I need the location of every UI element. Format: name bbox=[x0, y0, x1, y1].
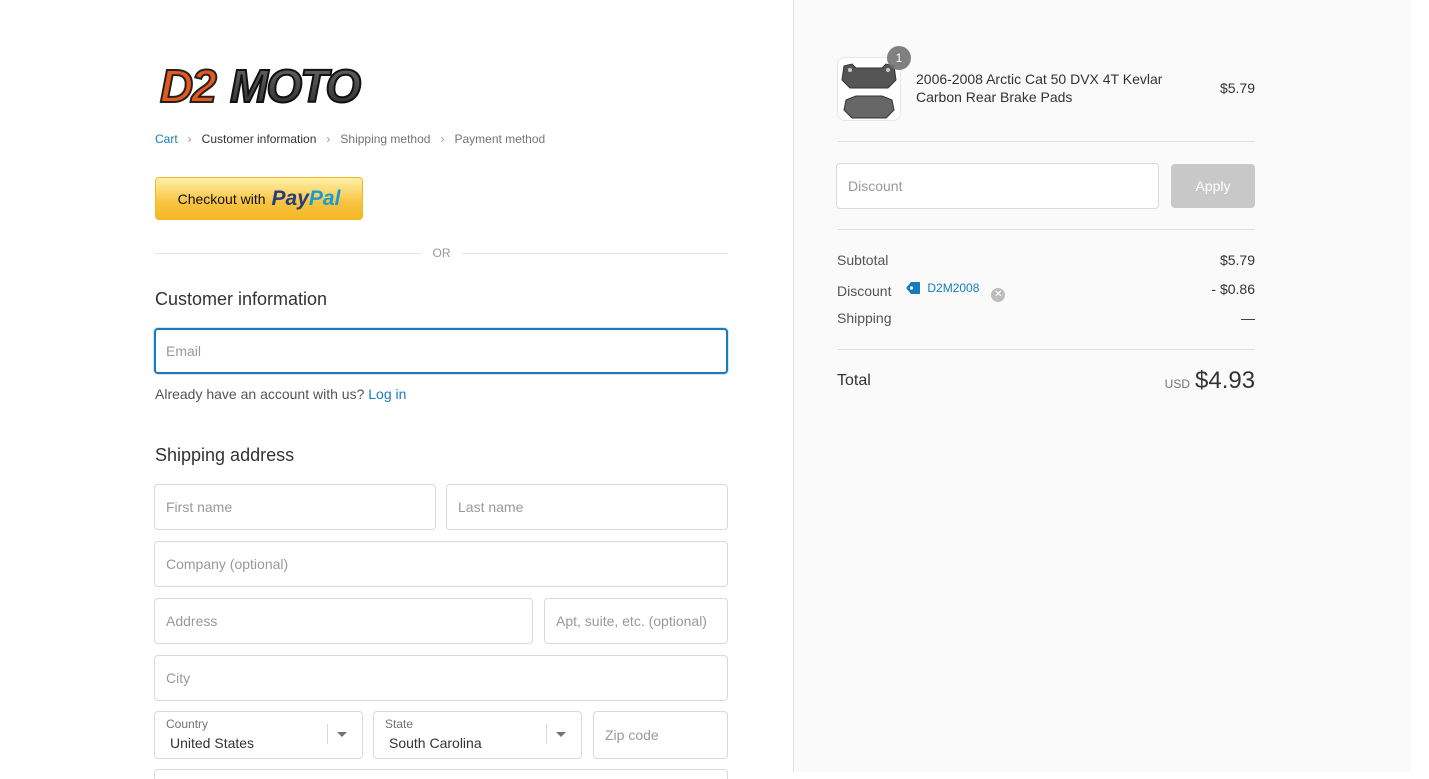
state-select[interactable]: State South Carolina bbox=[373, 711, 582, 759]
chevron-down-icon bbox=[337, 732, 347, 737]
select-divider bbox=[327, 724, 328, 744]
select-divider bbox=[546, 724, 547, 744]
state-label: State bbox=[385, 717, 414, 731]
login-link[interactable]: Log in bbox=[368, 386, 406, 402]
country-label: Country bbox=[166, 717, 209, 731]
checkout-main: D2 MOTO Cart › Customer information › Sh… bbox=[0, 0, 793, 779]
subtotal-value: $5.79 bbox=[1219, 252, 1255, 268]
breadcrumb-shipping-method: Shipping method bbox=[340, 132, 431, 146]
svg-text:MOTO: MOTO bbox=[230, 62, 361, 108]
subtotal-row: Subtotal $5.79 bbox=[837, 252, 1255, 268]
shipping-label: Shipping bbox=[837, 310, 892, 326]
first-name-field[interactable] bbox=[154, 484, 436, 530]
svg-text:D2: D2 bbox=[160, 62, 217, 108]
paypal-button-label: Checkout with bbox=[177, 190, 266, 207]
discount-value: - $0.86 bbox=[1211, 281, 1255, 297]
tag-icon bbox=[906, 282, 921, 294]
shipping-value: — bbox=[1241, 310, 1255, 326]
breadcrumb-cart[interactable]: Cart bbox=[155, 132, 178, 146]
discount-code: D2M2008 bbox=[927, 281, 980, 295]
subtotal-label: Subtotal bbox=[837, 252, 889, 268]
chevron-down-icon bbox=[556, 732, 566, 737]
total-label: Total bbox=[837, 372, 871, 389]
total-currency: USD bbox=[1164, 377, 1190, 391]
chevron-right-icon: › bbox=[326, 132, 331, 146]
quantity-badge: 1 bbox=[887, 46, 911, 70]
product-price: $5.79 bbox=[1219, 80, 1255, 96]
summary-divider bbox=[837, 349, 1255, 350]
company-field[interactable] bbox=[154, 541, 728, 587]
country-select[interactable]: Country United States bbox=[154, 711, 363, 759]
d2moto-logo[interactable]: D2 MOTO bbox=[158, 62, 390, 108]
last-name-field[interactable] bbox=[446, 484, 728, 530]
or-label: OR bbox=[432, 246, 451, 260]
shipping-row: Shipping — bbox=[837, 310, 1255, 326]
state-value: South Carolina bbox=[389, 735, 482, 751]
next-field-partial[interactable] bbox=[154, 769, 728, 779]
address-field[interactable] bbox=[154, 598, 533, 644]
discount-code-field[interactable] bbox=[836, 163, 1159, 209]
paypal-logo: PayPal bbox=[271, 186, 341, 210]
breadcrumb: Cart › Customer information › Shipping m… bbox=[155, 132, 545, 146]
account-prompt-text: Already have an account with us? bbox=[155, 386, 365, 402]
or-divider: OR bbox=[155, 244, 728, 262]
remove-discount-icon[interactable]: ✕ bbox=[991, 287, 1006, 302]
breadcrumb-payment-method: Payment method bbox=[454, 132, 546, 146]
apt-field[interactable] bbox=[544, 598, 728, 644]
summary-divider bbox=[837, 141, 1255, 142]
shipping-address-heading: Shipping address bbox=[155, 445, 295, 465]
discount-tag: D2M2008 bbox=[905, 281, 979, 295]
chevron-right-icon: › bbox=[187, 132, 192, 146]
breadcrumb-customer-information: Customer information bbox=[201, 132, 317, 146]
chevron-right-icon: › bbox=[440, 132, 445, 146]
discount-label: Discount bbox=[837, 283, 892, 299]
customer-information-heading: Customer information bbox=[155, 289, 328, 309]
apply-discount-button[interactable]: Apply bbox=[1171, 164, 1255, 208]
paypal-checkout-button[interactable]: Checkout with PayPal bbox=[155, 177, 363, 220]
total-value: $4.93 bbox=[1195, 367, 1256, 394]
discount-row: Discount D2M2008 ✕ - $0.86 bbox=[837, 281, 1255, 302]
email-field[interactable] bbox=[154, 328, 728, 374]
country-value: United States bbox=[170, 735, 255, 751]
city-field[interactable] bbox=[154, 655, 728, 701]
zip-code-field[interactable] bbox=[593, 711, 728, 759]
product-name: 2006-2008 Arctic Cat 50 DVX 4T Kevlar Ca… bbox=[916, 71, 1163, 105]
summary-divider bbox=[837, 229, 1255, 230]
account-prompt: Already have an account with us? Log in bbox=[155, 386, 406, 402]
